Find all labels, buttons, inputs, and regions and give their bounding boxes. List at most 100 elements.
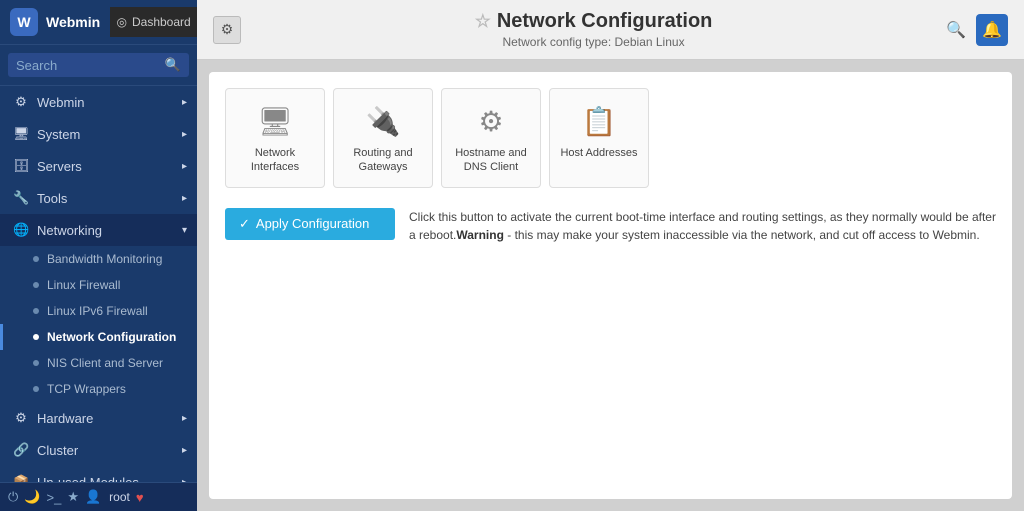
search-icon: 🔍 bbox=[165, 57, 181, 73]
module-label: Routing and Gateways bbox=[342, 146, 424, 175]
header-center: ☆ Network Configuration Network config t… bbox=[475, 10, 713, 49]
dashboard-tab[interactable]: ◎ Dashboard bbox=[110, 7, 197, 37]
content-area: 🖥 Network Interfaces 🔌 Routing and Gatew… bbox=[209, 72, 1012, 499]
module-card-routing-gateways[interactable]: 🔌 Routing and Gateways bbox=[333, 88, 433, 188]
apply-configuration-button[interactable]: ✓ Apply Configuration bbox=[225, 208, 395, 240]
system-nav-icon: 🖥 bbox=[13, 126, 29, 142]
sidebar-item-label: Network Configuration bbox=[47, 330, 176, 344]
servers-nav-icon: 🗄 bbox=[13, 158, 29, 174]
webmin-icon: W bbox=[10, 8, 38, 36]
sidebar-subitem-tcp-wrappers[interactable]: TCP Wrappers bbox=[0, 376, 197, 402]
unused-nav-icon: 📦 bbox=[13, 474, 29, 482]
notifications-button[interactable]: 🔔 bbox=[976, 14, 1008, 46]
sidebar-item-label: System bbox=[37, 127, 80, 142]
chevron-right-icon: ▸ bbox=[182, 445, 187, 456]
checkmark-icon: ✓ bbox=[239, 216, 250, 232]
chevron-down-icon: ▾ bbox=[182, 225, 187, 236]
chevron-right-icon: ▸ bbox=[182, 97, 187, 108]
webmin-title: Webmin bbox=[46, 14, 100, 30]
heart-icon[interactable]: ♥ bbox=[136, 490, 144, 505]
sidebar-item-label: Cluster bbox=[37, 443, 78, 458]
search-input[interactable] bbox=[16, 58, 160, 73]
apply-config-section: ✓ Apply Configuration Click this button … bbox=[225, 208, 996, 244]
main-content: ⚙ ☆ Network Configuration Network config… bbox=[197, 0, 1024, 511]
chevron-right-icon: ▸ bbox=[182, 193, 187, 204]
header-right: 🔍 🔔 bbox=[946, 14, 1008, 46]
sidebar-item-cluster[interactable]: 🔗 Cluster ▸ bbox=[0, 434, 197, 466]
sidebar-item-label: Hardware bbox=[37, 411, 93, 426]
module-label: Host Addresses bbox=[560, 146, 637, 160]
page-title: ☆ Network Configuration bbox=[475, 10, 713, 33]
favorite-star-icon[interactable]: ☆ bbox=[475, 11, 491, 32]
terminal-icon[interactable]: >_ bbox=[46, 490, 61, 505]
module-card-hostname-dns[interactable]: ⚙ Hostname and DNS Client bbox=[441, 88, 541, 188]
chevron-right-icon: ▸ bbox=[182, 129, 187, 140]
sidebar-item-label: Webmin bbox=[37, 95, 84, 110]
network-interfaces-icon: 🖥 bbox=[257, 105, 293, 138]
apply-config-btn-label: Apply Configuration bbox=[256, 216, 369, 231]
sidebar: W Webmin ◎ Dashboard 🔍 ⚙ Webmin ▸ 🖥 Syst… bbox=[0, 0, 197, 511]
nav-section: ⚙ Webmin ▸ 🖥 System ▸ 🗄 Servers ▸ 🔧 Tool… bbox=[0, 86, 197, 482]
hostname-dns-icon: ⚙ bbox=[478, 105, 503, 138]
user-icon[interactable]: 👤 bbox=[85, 489, 101, 505]
warning-detail: - this may make your system inaccessible… bbox=[504, 228, 980, 242]
warning-strong: Warning bbox=[456, 228, 504, 242]
star-icon[interactable]: ★ bbox=[67, 489, 79, 505]
header-left: ⚙ bbox=[213, 16, 241, 44]
webmin-logo-area[interactable]: W Webmin bbox=[0, 0, 110, 44]
settings-gear-button[interactable]: ⚙ bbox=[213, 16, 241, 44]
sidebar-item-label: Linux IPv6 Firewall bbox=[47, 304, 148, 318]
dot-icon bbox=[33, 334, 39, 340]
sidebar-header: W Webmin ◎ Dashboard bbox=[0, 0, 197, 45]
search-input-wrap: 🔍 bbox=[8, 53, 189, 77]
module-card-network-interfaces[interactable]: 🖥 Network Interfaces bbox=[225, 88, 325, 188]
sidebar-item-hardware[interactable]: ⚙ Hardware ▸ bbox=[0, 402, 197, 434]
sidebar-item-tools[interactable]: 🔧 Tools ▸ bbox=[0, 182, 197, 214]
modules-grid: 🖥 Network Interfaces 🔌 Routing and Gatew… bbox=[225, 88, 996, 188]
networking-nav-icon: 🌐 bbox=[13, 222, 29, 238]
header-search-icon[interactable]: 🔍 bbox=[946, 20, 966, 40]
sidebar-item-servers[interactable]: 🗄 Servers ▸ bbox=[0, 150, 197, 182]
host-addresses-icon: 📋 bbox=[582, 105, 617, 138]
cluster-nav-icon: 🔗 bbox=[13, 442, 29, 458]
page-subtitle: Network config type: Debian Linux bbox=[475, 35, 713, 49]
sidebar-item-label: TCP Wrappers bbox=[47, 382, 126, 396]
sidebar-item-networking[interactable]: 🌐 Networking ▾ bbox=[0, 214, 197, 246]
chevron-right-icon: ▸ bbox=[182, 161, 187, 172]
sidebar-item-unused-modules[interactable]: 📦 Un-used Modules ▸ bbox=[0, 466, 197, 482]
module-card-host-addresses[interactable]: 📋 Host Addresses bbox=[549, 88, 649, 188]
sidebar-item-label: Servers bbox=[37, 159, 82, 174]
chevron-right-icon: ▸ bbox=[182, 413, 187, 424]
sidebar-item-system[interactable]: 🖥 System ▸ bbox=[0, 118, 197, 150]
dot-icon bbox=[33, 386, 39, 392]
search-area: 🔍 bbox=[0, 45, 197, 86]
sidebar-subitem-network-config[interactable]: Network Configuration bbox=[0, 324, 197, 350]
dashboard-label: Dashboard bbox=[132, 15, 191, 29]
routing-gateways-icon: 🔌 bbox=[366, 105, 401, 138]
sidebar-item-label: Bandwidth Monitoring bbox=[47, 252, 162, 266]
user-label: root bbox=[109, 490, 130, 504]
moon-icon[interactable]: 🌙 bbox=[24, 489, 40, 505]
apply-config-description: Click this button to activate the curren… bbox=[409, 208, 996, 244]
power-icon[interactable]: ⏻ bbox=[8, 489, 18, 505]
sidebar-item-label: Un-used Modules bbox=[37, 475, 139, 483]
sidebar-subitem-linux-ipv6[interactable]: Linux IPv6 Firewall bbox=[0, 298, 197, 324]
sidebar-subitem-nis[interactable]: NIS Client and Server bbox=[0, 350, 197, 376]
page-title-text: Network Configuration bbox=[497, 10, 713, 33]
main-header: ⚙ ☆ Network Configuration Network config… bbox=[197, 0, 1024, 60]
sidebar-bottom: ⏻ 🌙 >_ ★ 👤 root ♥ bbox=[0, 482, 197, 511]
sidebar-subitem-bandwidth[interactable]: Bandwidth Monitoring bbox=[0, 246, 197, 272]
dot-icon bbox=[33, 282, 39, 288]
dot-icon bbox=[33, 256, 39, 262]
sidebar-item-label: Tools bbox=[37, 191, 67, 206]
hardware-nav-icon: ⚙ bbox=[13, 410, 29, 426]
sidebar-item-label: Networking bbox=[37, 223, 102, 238]
sidebar-item-label: Linux Firewall bbox=[47, 278, 120, 292]
sidebar-item-webmin[interactable]: ⚙ Webmin ▸ bbox=[0, 86, 197, 118]
tools-nav-icon: 🔧 bbox=[13, 190, 29, 206]
dot-icon bbox=[33, 308, 39, 314]
dashboard-icon: ◎ bbox=[117, 15, 127, 29]
dot-icon bbox=[33, 360, 39, 366]
sidebar-subitem-linux-firewall[interactable]: Linux Firewall bbox=[0, 272, 197, 298]
gear-icon: ⚙ bbox=[221, 21, 234, 38]
